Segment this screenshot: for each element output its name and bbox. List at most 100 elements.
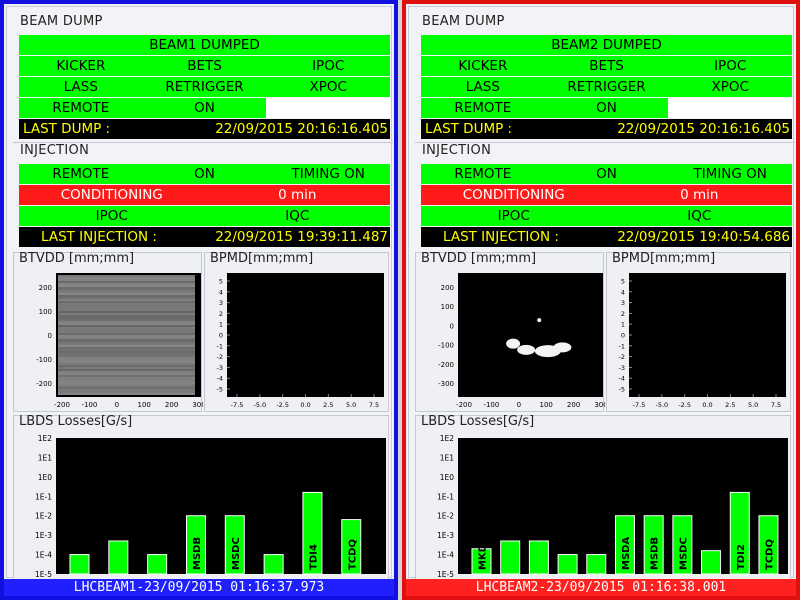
btvdd-noise-line [58, 297, 195, 299]
losses-bar [70, 555, 89, 574]
losses-ytick: 1E-5 [35, 570, 52, 579]
btvdd-spot [517, 345, 535, 355]
beam1-footer: LHCBEAM1-23/09/2015 01:16:37.973 [4, 579, 394, 596]
btvdd-noise-line [58, 311, 195, 313]
bpmd-ytick: 2 [219, 310, 223, 318]
losses-bar-label: MSDB [192, 537, 203, 570]
btvdd-noise-line [58, 289, 195, 291]
btvdd-noise-line [58, 303, 195, 305]
last-injection-row: LAST INJECTION : 22/09/2015 19:40:54.686 [421, 227, 792, 247]
timing-on-label: TIMING ON [266, 166, 390, 182]
btvdd-ytick: -200 [36, 380, 52, 388]
injection-row-ipoc: IPOC IQC [19, 206, 390, 226]
beam-dump-row-lass: LASS RETRIGGER XPOC [19, 77, 390, 97]
btvdd-noise-line [58, 371, 195, 373]
btvdd-noise-line [58, 277, 195, 279]
bpmd-ytick: -4 [619, 375, 625, 383]
bpmd-xtick: -5.0 [655, 401, 668, 409]
losses-bar-label: MSDA [621, 537, 632, 570]
btvdd-noise-line [58, 387, 195, 389]
injection-title: INJECTION [20, 143, 89, 158]
bets-label: BETS [545, 58, 669, 74]
btvdd-ytick: 200 [441, 284, 454, 292]
beam1-panel: BEAM DUMP BEAM1 DUMPED KICKER BETS IPOC … [0, 0, 398, 600]
kicker-label: KICKER [19, 58, 143, 74]
conditioning-label: CONDITIONING [421, 187, 607, 203]
inj-iqc-label: IQC [205, 208, 391, 224]
beam-dump-status-row: BEAM1 DUMPED [19, 35, 390, 55]
btvdd-xtick: -200 [54, 401, 70, 409]
ipoc-label: IPOC [668, 58, 792, 74]
bpmd-ytick: -5 [217, 386, 223, 394]
btvdd-noise-line [58, 383, 195, 385]
btvdd-xtick: -100 [81, 401, 97, 409]
btvdd-ytick: -100 [36, 356, 52, 364]
losses-title: LBDS Losses[G/s] [19, 414, 132, 429]
bpmd-xtick: 5.0 [748, 401, 758, 409]
btvdd-noise-line [58, 291, 195, 293]
btvdd-noise-line [58, 377, 195, 379]
btvdd-plot: BTVDD [mm;mm] 200 100 0 -100 -200 -200 -100 0 10… [13, 252, 202, 412]
inj-remote-label: REMOTE [19, 166, 143, 182]
btvdd-noise-line [58, 287, 195, 289]
btvdd-noise-line [58, 353, 195, 355]
injection-row-remote: REMOTE ON TIMING ON [19, 164, 390, 184]
losses-bar [702, 551, 721, 574]
bpmd-xtick: 7.5 [771, 401, 781, 409]
last-dump-value: 22/09/2015 20:16:16.405 [571, 121, 792, 137]
losses-bar-label: TDI2 [736, 544, 747, 570]
losses-bar [587, 555, 606, 574]
btvdd-ytick: 200 [39, 284, 52, 292]
beam-dump-status: BEAM1 DUMPED [19, 37, 390, 53]
lass-label: LASS [19, 79, 143, 95]
bpmd-svg: 5 4 3 2 1 0 -1 -2 -3 -4 -5 -7.5 -5.0 -2.5 0.0 2.5 5.0 7.5 [205, 253, 390, 413]
btvdd-noise-line [58, 393, 195, 395]
bpmd-ytick: 4 [219, 288, 223, 296]
btvdd-noise-line [58, 309, 195, 311]
retrigger-label: RETRIGGER [143, 79, 267, 95]
bpmd-xtick: -2.5 [276, 401, 289, 409]
inj-remote-label: REMOTE [421, 166, 545, 182]
btvdd-ytick: -300 [438, 380, 454, 388]
btvdd-noise-line [58, 335, 195, 337]
bpmd-xtick: 7.5 [369, 401, 379, 409]
losses-ytick: 1E2 [440, 434, 455, 443]
losses-ytick: 1E-1 [437, 492, 454, 501]
btvdd-noise-line [58, 381, 195, 383]
losses-bar-label: MSDB [650, 537, 661, 570]
losses-frame [56, 438, 386, 574]
btvdd-noise-line [58, 373, 195, 375]
remote-label: REMOTE [19, 100, 143, 116]
btvdd-noise-line [58, 307, 195, 309]
btvdd-noise-line [58, 279, 195, 281]
btvdd-noise-line [58, 331, 195, 333]
btvdd-noise-line [58, 345, 195, 347]
last-dump-label: LAST DUMP : [421, 121, 571, 137]
remote-label: REMOTE [421, 100, 545, 116]
remote-on-label: ON [143, 100, 267, 116]
losses-svg: 1E21E11E01E-11E-21E-31E-41E-5MSDB MSDC TDI… [14, 416, 390, 584]
btvdd-noise-line [58, 349, 195, 351]
ipoc-label: IPOC [266, 58, 390, 74]
losses-bar [148, 555, 167, 574]
xpoc-label: XPOC [668, 79, 792, 95]
btvdd-spot [537, 318, 541, 322]
bpmd-xtick: -5.0 [253, 401, 266, 409]
btvdd-noise-line [58, 301, 195, 303]
xpoc-label: XPOC [266, 79, 390, 95]
btvdd-noise-line [58, 327, 195, 329]
beam2-footer: LHCBEAM2-23/09/2015 01:16:38.001 [406, 579, 796, 596]
inj-on-label: ON [545, 166, 669, 182]
last-injection-row: LAST INJECTION : 22/09/2015 19:39:11.487 [19, 227, 390, 247]
losses-ytick: 1E1 [38, 453, 53, 462]
bets-label: BETS [143, 58, 267, 74]
btvdd-noise-line [58, 337, 195, 339]
inj-ipoc-label: IPOC [421, 208, 607, 224]
btvdd-noise-line [58, 325, 195, 327]
bpmd-ytick: 5 [621, 278, 625, 286]
btvdd-noise-line [58, 315, 195, 317]
last-dump-label: LAST DUMP : [19, 121, 169, 137]
bpmd-plot: BPMD[mm;mm] 5 4 3 2 1 0 -1 -2 -3 -4 -5 -7.5 -5.0 -2.5… [606, 252, 791, 412]
last-injection-value: 22/09/2015 19:39:11.487 [179, 229, 390, 245]
remote-empty-cell [668, 98, 792, 118]
